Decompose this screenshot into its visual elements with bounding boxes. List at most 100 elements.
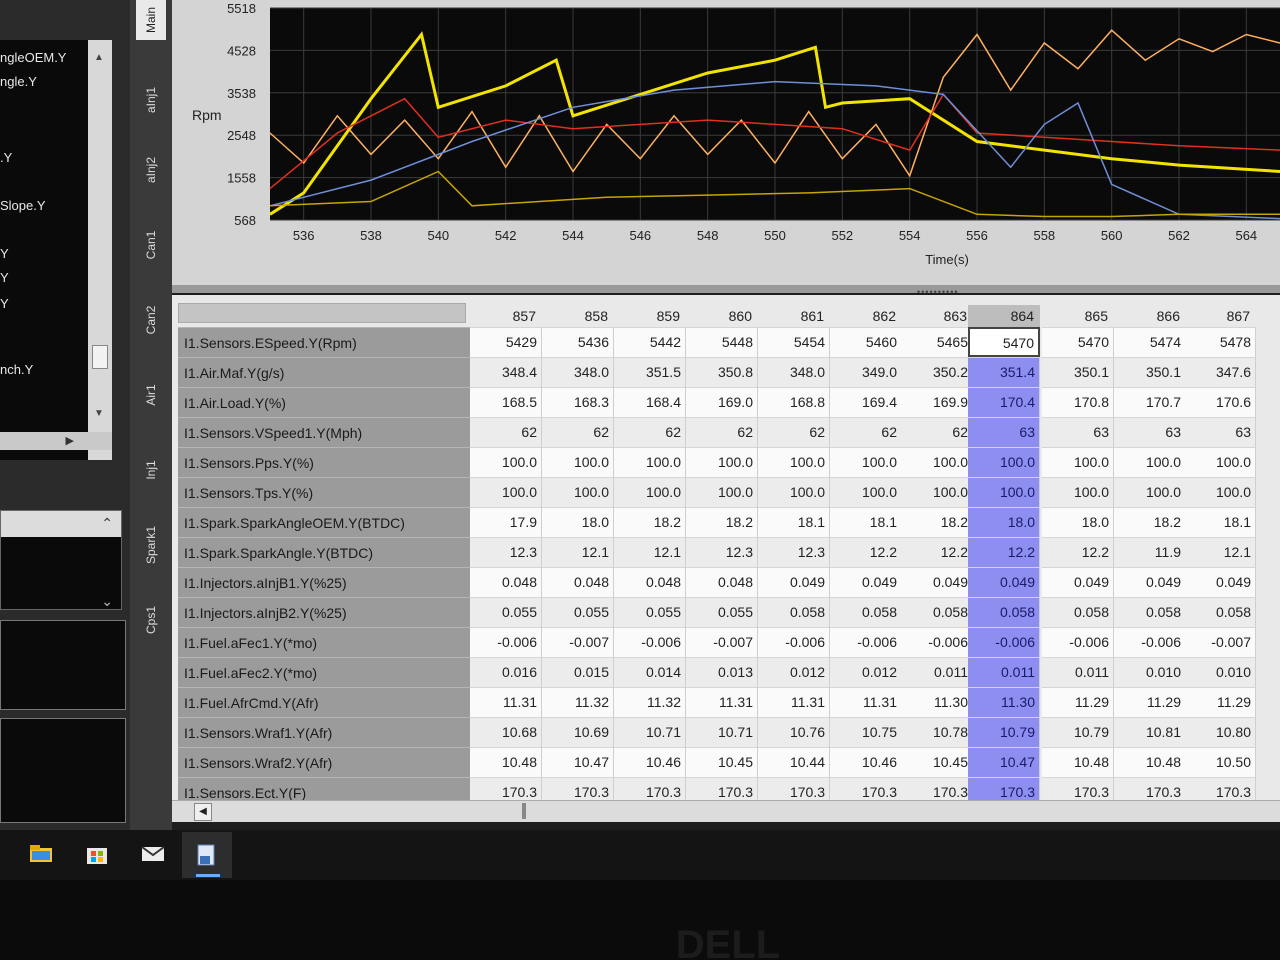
grid-cell[interactable]: 170.8 xyxy=(1042,387,1114,417)
tab-air1[interactable]: Air1 xyxy=(136,355,166,435)
row-label[interactable]: I1.Air.Maf.Y(g/s) xyxy=(178,357,474,387)
grid-cell[interactable]: 100.0 xyxy=(1184,477,1256,507)
column-header[interactable]: 862 xyxy=(830,305,902,327)
grid-cell[interactable]: 0.049 xyxy=(830,567,902,597)
grid-cell[interactable]: 0.010 xyxy=(1184,657,1256,687)
grid-cell[interactable]: 11.9 xyxy=(1114,537,1186,567)
grid-cell[interactable]: 169.0 xyxy=(686,387,758,417)
grid-cell[interactable]: 10.79 xyxy=(968,717,1040,747)
store-icon[interactable] xyxy=(84,842,110,866)
grid-cell[interactable]: 62 xyxy=(830,417,902,447)
grid-cell[interactable]: 168.8 xyxy=(758,387,830,417)
grid-cell[interactable]: 18.2 xyxy=(614,507,686,537)
column-header[interactable]: 864 xyxy=(968,305,1040,327)
channel-list-item[interactable]: ngle.Y xyxy=(0,74,37,89)
row-label[interactable]: I1.Spark.SparkAngle.Y(BTDC) xyxy=(178,537,474,567)
grid-cell[interactable]: 0.049 xyxy=(1184,567,1256,597)
scroll-left-icon[interactable]: ◀ xyxy=(194,803,212,821)
grid-cell[interactable]: 10.47 xyxy=(542,747,614,777)
channel-list-item[interactable]: Y xyxy=(0,246,9,261)
row-label[interactable]: I1.Fuel.aFec2.Y(*mo) xyxy=(178,657,474,687)
scroll-right-icon[interactable]: ▶ xyxy=(66,434,74,447)
grid-cell[interactable]: 62 xyxy=(542,417,614,447)
grid-cell[interactable]: 347.6 xyxy=(1184,357,1256,387)
column-header[interactable]: 860 xyxy=(686,305,758,327)
grid-cell[interactable]: 12.2 xyxy=(830,537,902,567)
grid-cell[interactable]: 12.3 xyxy=(686,537,758,567)
grid-cell[interactable]: 10.69 xyxy=(542,717,614,747)
grid-cell[interactable]: 5448 xyxy=(686,327,758,357)
grid-cell[interactable]: 62 xyxy=(901,417,973,447)
row-label[interactable]: I1.Injectors.aInjB1.Y(%25) xyxy=(178,567,474,597)
grid-cell[interactable]: 0.058 xyxy=(1114,597,1186,627)
grid-cell[interactable]: 10.46 xyxy=(614,747,686,777)
grid-cell[interactable]: 170.4 xyxy=(968,387,1040,417)
grid-scroll-thumb[interactable] xyxy=(522,803,526,819)
grid-cell[interactable]: 100.0 xyxy=(686,447,758,477)
grid-cell[interactable]: 11.31 xyxy=(470,687,542,717)
grid-cell[interactable]: 63 xyxy=(1042,417,1114,447)
column-header[interactable]: 867 xyxy=(1184,305,1256,327)
grid-cell[interactable]: 18.0 xyxy=(542,507,614,537)
grid-cell[interactable]: 17.9 xyxy=(470,507,542,537)
grid-cell[interactable]: 0.012 xyxy=(830,657,902,687)
row-label[interactable]: I1.Spark.SparkAngleOEM.Y(BTDC) xyxy=(178,507,474,537)
tab-can1[interactable]: Can1 xyxy=(136,205,166,285)
grid-cell[interactable]: 100.0 xyxy=(758,477,830,507)
grid-cell[interactable]: 350.1 xyxy=(1042,357,1114,387)
grid-cell[interactable]: 5478 xyxy=(1184,327,1256,357)
grid-cell[interactable]: 5460 xyxy=(830,327,902,357)
tab-spark1[interactable]: Spark1 xyxy=(136,505,166,585)
grid-cell[interactable]: 0.011 xyxy=(901,657,973,687)
grid-cell[interactable]: 10.44 xyxy=(758,747,830,777)
grid-cell[interactable]: 5465 xyxy=(901,327,973,357)
grid-cell[interactable]: 169.4 xyxy=(830,387,902,417)
grid-cell[interactable]: 11.30 xyxy=(968,687,1040,717)
grid-cell[interactable]: 348.4 xyxy=(470,357,542,387)
grid-cell[interactable]: 100.0 xyxy=(968,477,1040,507)
grid-cell[interactable]: 18.2 xyxy=(686,507,758,537)
row-label[interactable]: I1.Sensors.Pps.Y(%) xyxy=(178,447,474,477)
grid-cell[interactable]: 10.71 xyxy=(614,717,686,747)
column-header[interactable]: 858 xyxy=(542,305,614,327)
grid-cell[interactable]: 100.0 xyxy=(901,477,973,507)
grid-cell[interactable]: -0.006 xyxy=(1042,627,1114,657)
grid-cell[interactable]: 0.058 xyxy=(1184,597,1256,627)
grid-cell[interactable]: 100.0 xyxy=(830,477,902,507)
grid-cell[interactable]: 18.1 xyxy=(758,507,830,537)
scroll-up-icon[interactable]: ▲ xyxy=(94,52,104,63)
channel-list-item[interactable]: ngleOEM.Y xyxy=(0,50,66,65)
grid-cell[interactable]: 62 xyxy=(470,417,542,447)
mail-icon[interactable] xyxy=(140,842,166,866)
grid-cell[interactable]: 5474 xyxy=(1114,327,1186,357)
grid-cell[interactable]: -0.006 xyxy=(614,627,686,657)
grid-cell[interactable]: 10.46 xyxy=(830,747,902,777)
grid-cell[interactable]: 62 xyxy=(758,417,830,447)
grid-cell[interactable]: 348.0 xyxy=(758,357,830,387)
grid-cell[interactable]: 0.011 xyxy=(968,657,1040,687)
grid-cell[interactable]: 348.0 xyxy=(542,357,614,387)
column-header[interactable]: 865 xyxy=(1042,305,1114,327)
grid-cell[interactable]: 11.31 xyxy=(686,687,758,717)
grid-cell[interactable]: 5454 xyxy=(758,327,830,357)
grid-cell[interactable]: 18.1 xyxy=(830,507,902,537)
grid-cell[interactable]: 0.058 xyxy=(758,597,830,627)
channel-list-item[interactable]: Y xyxy=(0,270,9,285)
grid-cell[interactable]: 10.48 xyxy=(1042,747,1114,777)
row-label[interactable]: I1.Sensors.Wraf2.Y(Afr) xyxy=(178,747,474,777)
grid-cell[interactable]: 12.3 xyxy=(758,537,830,567)
grid-cell[interactable]: 351.4 xyxy=(968,357,1040,387)
grid-cell[interactable]: -0.007 xyxy=(686,627,758,657)
grid-cell[interactable]: 0.058 xyxy=(968,597,1040,627)
grid-cell[interactable]: 100.0 xyxy=(470,477,542,507)
grid-cell[interactable]: 100.0 xyxy=(614,447,686,477)
grid-cell[interactable]: 10.71 xyxy=(686,717,758,747)
channel-list-item[interactable]: .Y xyxy=(0,150,12,165)
chevron-up-icon[interactable]: ⌃ xyxy=(101,515,113,532)
grid-cell[interactable]: 169.9 xyxy=(901,387,973,417)
grid-cell[interactable]: 10.50 xyxy=(1184,747,1256,777)
grid-cell[interactable]: 0.012 xyxy=(758,657,830,687)
column-header[interactable]: 863 xyxy=(901,305,973,327)
grid-cell[interactable]: 10.47 xyxy=(968,747,1040,777)
grid-cell[interactable]: 170.6 xyxy=(1184,387,1256,417)
